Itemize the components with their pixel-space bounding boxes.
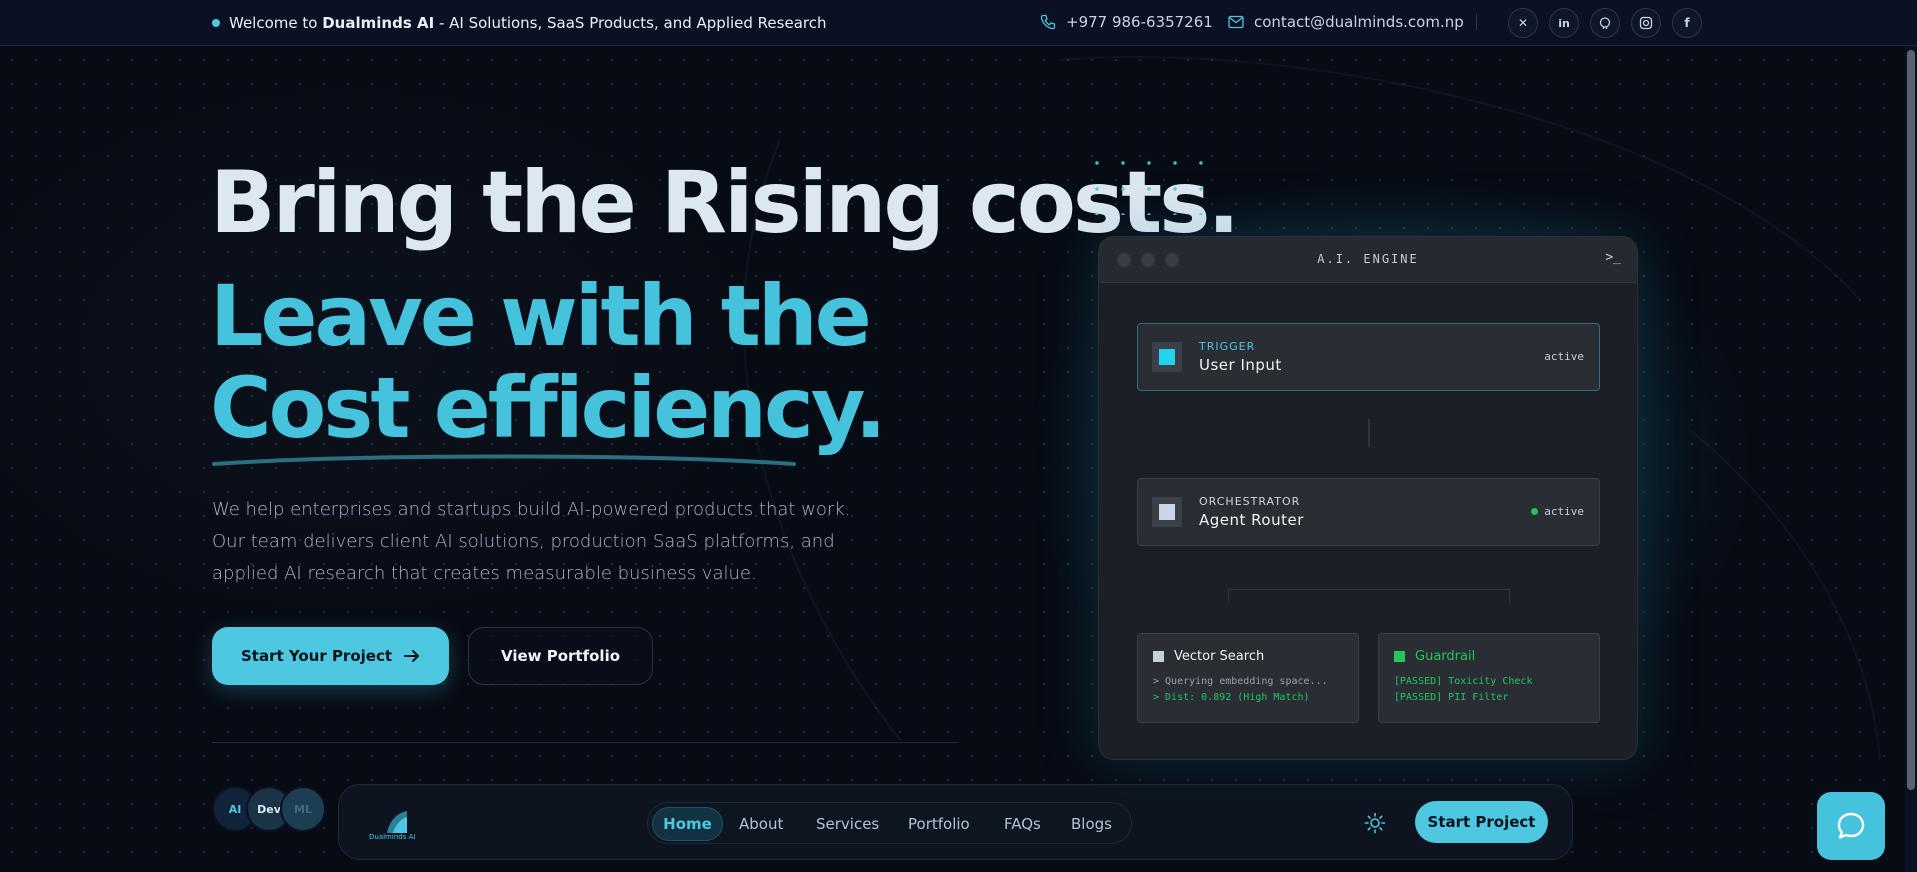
- view-portfolio-label: View Portfolio: [500, 647, 621, 665]
- nav-item-portfolio[interactable]: Portfolio: [908, 815, 970, 833]
- welcome-suffix: - AI Solutions, SaaS Products, and Appli…: [438, 14, 827, 32]
- hero-heading-line2: Leave with the: [210, 267, 872, 365]
- email-address: contact@dualminds.com.np: [1254, 13, 1464, 31]
- facebook-social-button[interactable]: f: [1672, 8, 1702, 38]
- page-scrollbar[interactable]: [1905, 46, 1917, 872]
- orchestrator-status-text: active: [1544, 505, 1584, 518]
- active-dot-icon: [1531, 508, 1539, 515]
- ai-engine-titlebar: A.I. ENGINE >_: [1099, 237, 1637, 283]
- orchestrator-node: ORCHESTRATOR Agent Router active: [1137, 478, 1600, 546]
- trigger-icon: [1152, 342, 1182, 372]
- vector-search-title: Vector Search: [1174, 649, 1265, 664]
- ai-engine-title: A.I. ENGINE: [1317, 252, 1419, 266]
- hero-heading-line3: Cost efficiency.: [210, 359, 887, 457]
- guardrail-title: Guardrail: [1415, 649, 1476, 664]
- guardrail-header: Guardrail: [1394, 649, 1475, 664]
- ai-engine-window: A.I. ENGINE >_ TRIGGER User Input active…: [1098, 236, 1638, 760]
- vector-search-icon: [1153, 651, 1164, 662]
- view-portfolio-button[interactable]: View Portfolio: [468, 627, 653, 685]
- nav-item-about[interactable]: About: [739, 815, 783, 833]
- start-your-project-button[interactable]: Start Your Project: [212, 627, 449, 685]
- trigger-kind: TRIGGER: [1199, 340, 1256, 353]
- welcome-message: Welcome to Dualminds AI - AI Solutions, …: [212, 14, 826, 32]
- mail-icon: [1228, 15, 1244, 29]
- trigger-node: TRIGGER User Input active: [1137, 323, 1600, 391]
- hero-divider: [212, 742, 958, 743]
- brand-name: Dualminds AI: [322, 14, 435, 32]
- vector-search-header: Vector Search: [1153, 649, 1264, 664]
- linkedin-social-button[interactable]: in: [1549, 8, 1579, 38]
- avatar: ML: [280, 786, 326, 832]
- linkedin-icon: in: [1558, 16, 1570, 30]
- dot-pattern-decoration: [1084, 150, 1214, 215]
- nav-menu: Home About Services Portfolio FAQs Blogs: [647, 802, 1132, 844]
- hero-description: We help enterprises and startups build A…: [212, 499, 851, 584]
- arrow-right-icon: [404, 650, 420, 662]
- heading-underline: [212, 454, 796, 466]
- nav-item-services[interactable]: Services: [816, 815, 879, 833]
- logo-text: Dualminds AI: [369, 833, 416, 841]
- branch-connector-right: [1509, 589, 1510, 603]
- nav-item-home[interactable]: Home: [652, 807, 723, 841]
- phone-link[interactable]: +977 986-6357261: [1040, 13, 1213, 31]
- email-link[interactable]: contact@dualminds.com.np: [1228, 13, 1464, 31]
- welcome-prefix: Welcome to: [229, 14, 318, 32]
- start-project-button[interactable]: Start Project: [1415, 801, 1548, 843]
- instagram-icon: [1639, 16, 1653, 30]
- main-navbar: Dualminds AI Home About Services Portfol…: [338, 784, 1573, 860]
- nav-item-faqs[interactable]: FAQs: [1004, 815, 1041, 833]
- trigger-status-text: active: [1544, 350, 1584, 363]
- trigger-name: User Input: [1199, 356, 1282, 374]
- github-icon: [1599, 17, 1611, 29]
- facebook-icon: f: [1684, 16, 1690, 30]
- terminal-icon: >_: [1605, 250, 1621, 265]
- x-icon: ✕: [1517, 16, 1529, 30]
- chat-button[interactable]: [1817, 792, 1885, 860]
- top-bar: Welcome to Dualminds AI - AI Solutions, …: [0, 0, 1917, 46]
- orchestrator-status: active: [1531, 505, 1584, 518]
- status-dot-icon: [212, 19, 220, 27]
- x-social-button[interactable]: ✕: [1508, 8, 1538, 38]
- phone-number: +977 986-6357261: [1066, 13, 1213, 31]
- start-your-project-label: Start Your Project: [240, 647, 393, 665]
- divider: [1476, 14, 1477, 30]
- trigger-status: active: [1544, 350, 1584, 363]
- guardrail-check-line: [PASSED] Toxicity Check: [1394, 676, 1533, 687]
- guardrail-icon: [1394, 651, 1405, 662]
- guardrail-card: Guardrail [PASSED] Toxicity Check [PASSE…: [1378, 633, 1600, 723]
- branch-connector: [1228, 589, 1510, 590]
- vector-search-result-line: > Dist: 0.892 (High Match): [1153, 692, 1310, 703]
- github-social-button[interactable]: [1590, 8, 1620, 38]
- chat-bubble-icon: [1837, 812, 1865, 839]
- guardrail-check-line: [PASSED] PII Filter: [1394, 692, 1509, 703]
- orchestrator-kind: ORCHESTRATOR: [1199, 495, 1301, 508]
- scrollbar-thumb[interactable]: [1907, 50, 1915, 790]
- node-connector: [1368, 419, 1370, 447]
- orchestrator-name: Agent Router: [1199, 511, 1304, 529]
- branch-connector-left: [1228, 589, 1229, 603]
- phone-icon: [1040, 14, 1056, 30]
- sun-icon[interactable]: [1364, 812, 1386, 834]
- orchestrator-icon: [1152, 497, 1182, 527]
- nav-item-blogs[interactable]: Blogs: [1071, 815, 1112, 833]
- vector-search-log-line: > Querying embedding space...: [1153, 676, 1328, 687]
- instagram-social-button[interactable]: [1631, 8, 1661, 38]
- vector-search-card: Vector Search > Querying embedding space…: [1137, 633, 1359, 723]
